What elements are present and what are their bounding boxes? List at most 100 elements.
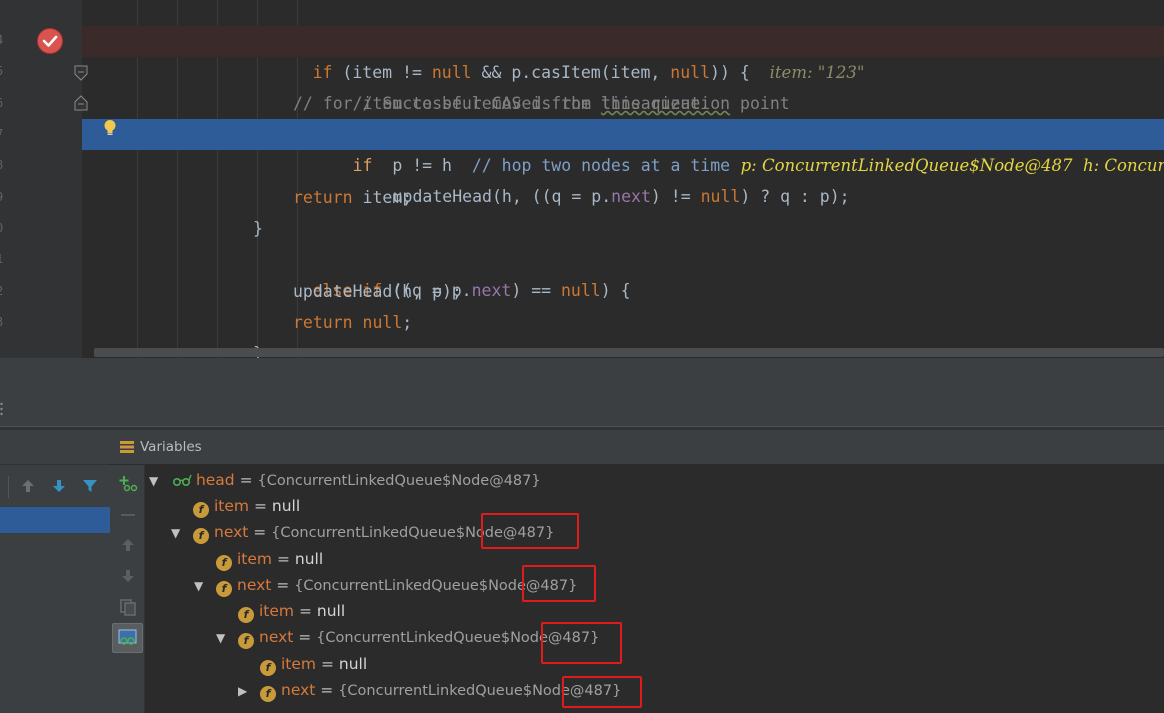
filter-icon[interactable] [80, 476, 100, 496]
expand-triangle-icon[interactable]: ▼ [171, 520, 185, 546]
annotation-highlight-box [562, 676, 642, 708]
field-icon: f [260, 660, 276, 676]
collapsed-triangle-icon[interactable]: ▶ [238, 678, 252, 704]
variable-name: head [195, 471, 235, 489]
watches-in-variables-icon [118, 629, 137, 645]
variables-toolbar [110, 465, 145, 713]
keyword: null [352, 313, 403, 332]
code-line[interactable]: return item; [82, 182, 1164, 213]
variable-value: null [338, 655, 368, 673]
variable-name: next [281, 681, 316, 699]
toolbar-separator [8, 476, 9, 498]
line-number: 5 [0, 64, 6, 78]
field-icon: f [193, 502, 209, 518]
code-editor[interactable]: 4 5 6 7 8 9 0 1 2 3 if (item != null && … [0, 0, 1164, 358]
equals-sign: = [234, 471, 258, 489]
line-number: 1 [0, 252, 6, 266]
variable-name: item [281, 655, 317, 673]
variables-panel-title: Variables [140, 439, 202, 455]
expand-triangle-icon[interactable]: ▼ [216, 625, 230, 651]
annotation-highlight-box [522, 565, 596, 602]
field-icon: f [216, 581, 232, 597]
field-icon: f [216, 555, 232, 571]
annotation-highlight-box [481, 513, 579, 549]
expand-triangle-icon[interactable]: ▼ [194, 573, 208, 599]
tree-row-partial [149, 706, 389, 713]
code-text: updateHead(h, p); [293, 282, 462, 301]
move-down-icon[interactable] [118, 566, 138, 586]
variable-name: next [259, 628, 294, 646]
annotation-highlight-box [541, 622, 622, 664]
code-line[interactable]: updateHead(h, p); [82, 276, 1164, 307]
tree-row[interactable]: ▼ head = {ConcurrentLinkedQueue$Node@487… [149, 467, 541, 493]
code-line-current-execution[interactable]: if p != h // hop two nodes at a time p: … [82, 119, 1164, 175]
code-line-breakpoint[interactable]: if (item != null && p.casItem(item, null… [82, 26, 1164, 82]
field-icon: f [260, 686, 276, 702]
frames-panel-header [0, 430, 110, 465]
frames-panel[interactable] [0, 430, 111, 713]
editor-gutter[interactable]: 4 5 6 7 8 9 0 1 2 3 [0, 0, 88, 358]
variable-value: {ConcurrentLinkedQueue$Node@487} [257, 473, 541, 489]
tree-row[interactable]: f item = null [238, 598, 345, 624]
variable-name: item [259, 602, 295, 620]
variable-name: item [237, 550, 273, 568]
code-line[interactable]: // for item to be removed from this queu… [82, 88, 1164, 119]
line-number: 2 [0, 284, 6, 298]
variable-name: item [214, 497, 250, 515]
variable-value: null [271, 497, 301, 515]
code-text: item; [352, 188, 413, 207]
arrow-up-icon[interactable] [18, 476, 38, 496]
watch-glasses-icon [172, 474, 192, 487]
line-number: 0 [0, 221, 6, 235]
equals-sign: = [272, 550, 295, 568]
tree-row[interactable]: ▼ f next = {ConcurrentLinkedQueue$Node@487… [194, 572, 577, 598]
breakpoint-check-icon[interactable] [38, 29, 62, 53]
code-line[interactable]: else if ((q = p.next) == null) { [82, 244, 1164, 300]
line-number: 9 [0, 190, 6, 204]
copy-icon[interactable] [118, 597, 138, 617]
code-line[interactable]: // Successful CAS is the linearization p… [82, 57, 1164, 113]
line-number: 8 [0, 158, 6, 172]
code-line[interactable]: return null; [82, 307, 1164, 338]
move-up-icon[interactable] [118, 535, 138, 555]
variable-name: next [237, 576, 272, 594]
variables-tree[interactable]: ▼ head = {ConcurrentLinkedQueue$Node@487… [145, 465, 1164, 713]
field-icon: f [193, 528, 209, 544]
keyword: return [293, 313, 353, 332]
tree-row[interactable]: f item = null [260, 651, 367, 677]
line-number: 4 [0, 33, 6, 47]
panel-divider [0, 358, 1164, 426]
frame-list-item-selected[interactable] [0, 507, 110, 533]
line-number: 7 [0, 127, 6, 141]
show-watches-toggle[interactable] [112, 623, 143, 653]
horizontal-scrollbar[interactable] [94, 348, 1164, 357]
variable-name: next [214, 523, 249, 541]
line-number: 3 [0, 315, 6, 329]
equals-sign: = [316, 655, 339, 673]
remove-watch-icon[interactable] [118, 505, 138, 525]
arrow-down-icon[interactable] [49, 476, 69, 496]
variables-icon [120, 441, 134, 453]
equals-sign: = [293, 628, 317, 646]
variable-value: null [294, 550, 324, 568]
expand-triangle-icon[interactable]: ▼ [149, 468, 163, 494]
equals-sign: = [249, 497, 272, 515]
drag-handle-icon[interactable] [0, 402, 4, 416]
line-number: 6 [0, 96, 6, 110]
equals-sign: = [294, 602, 317, 620]
code-line[interactable]: } [82, 213, 1164, 244]
tree-row[interactable]: f item = null [193, 493, 300, 519]
field-icon: f [238, 607, 254, 623]
code-line[interactable]: updateHead(h, ((q = p.next) != null) ? q… [82, 150, 1164, 206]
field-icon: f [238, 633, 254, 649]
equals-sign: = [248, 523, 272, 541]
tree-row[interactable]: f item = null [216, 546, 323, 572]
lightbulb-icon[interactable] [103, 119, 117, 137]
equals-sign: = [271, 576, 295, 594]
variables-panel-header: Variables [110, 430, 1164, 465]
variable-value: null [316, 602, 346, 620]
new-watch-icon[interactable] [118, 473, 138, 493]
keyword: return [293, 188, 353, 207]
code-text: } [253, 219, 263, 238]
equals-sign: = [315, 681, 339, 699]
